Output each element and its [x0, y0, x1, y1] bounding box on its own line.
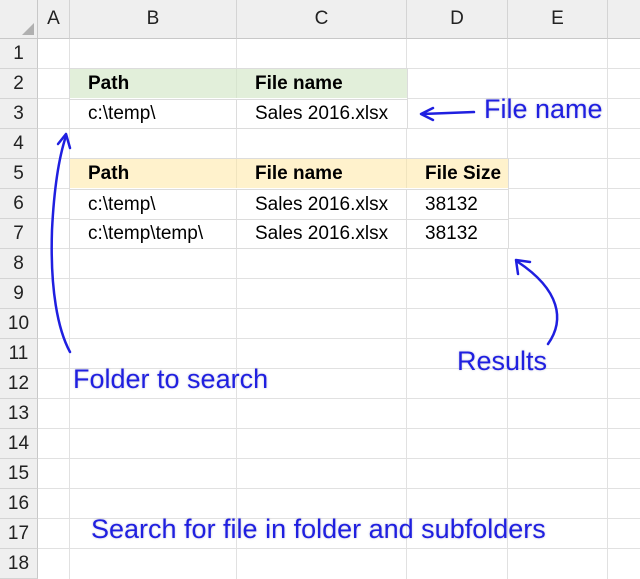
file-name-arrow: [420, 110, 476, 116]
folder-arrow: [50, 134, 72, 354]
folder-to-search-annotation: Folder to search: [73, 364, 269, 394]
results-annotation: Results: [457, 346, 548, 376]
results-arrow: [516, 260, 559, 346]
file-name-annotation: File name: [484, 94, 603, 124]
annotation-arrows: [50, 106, 559, 354]
title-annotation: Search for file in folder and subfolders: [91, 514, 546, 544]
